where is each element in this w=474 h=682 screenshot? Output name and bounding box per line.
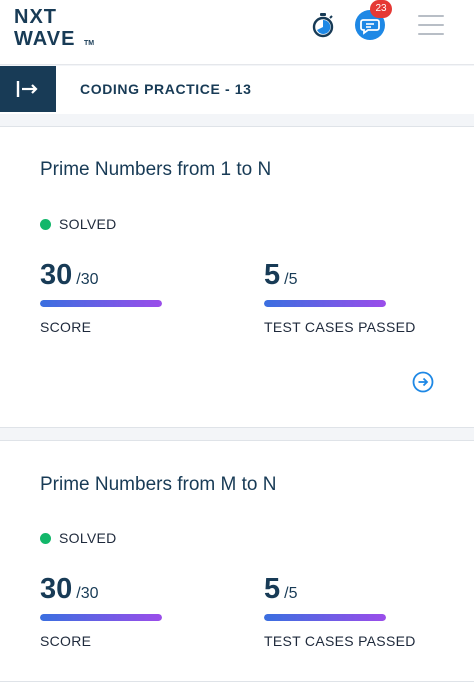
test-cases-total: /5 [284, 585, 298, 602]
chat-button[interactable]: 23 [355, 0, 392, 40]
logo-trademark: TM [84, 40, 95, 47]
score-total: /30 [76, 585, 99, 602]
status-text: SOLVED [59, 216, 117, 232]
test-cases-value: 5/5 [264, 573, 297, 606]
top-header: NXT WAVE TM 23 [0, 0, 474, 65]
test-cases-number: 5 [264, 573, 281, 605]
notification-badge: 23 [370, 0, 392, 18]
logo-line-1: NXT [14, 6, 57, 28]
solved-status-dot [40, 532, 51, 544]
hamburger-menu-icon[interactable] [418, 15, 444, 37]
stopwatch-icon[interactable] [310, 12, 336, 38]
nxtwave-logo[interactable]: NXT WAVE TM [14, 6, 104, 52]
test-cases-progress-fill [264, 614, 386, 621]
score-total: /30 [76, 271, 99, 288]
score-number: 30 [40, 573, 73, 605]
test-cases-total: /5 [284, 271, 298, 288]
test-cases-label: TEST CASES PASSED [264, 633, 416, 649]
score-label: SCORE [40, 633, 92, 649]
test-cases-value: 5/5 [264, 259, 297, 292]
score-label: SCORE [40, 319, 92, 335]
page-title: CODING PRACTICE - 13 [80, 81, 252, 97]
status-badge: SOLVED [40, 530, 117, 546]
question-title: Prime Numbers from M to N [40, 474, 277, 495]
score-value: 30/30 [40, 259, 99, 292]
score-value: 30/30 [40, 573, 99, 606]
question-card[interactable]: Prime Numbers from M to N SOLVED 30/30 S… [0, 440, 474, 682]
test-cases-progress-fill [264, 300, 386, 307]
test-cases-number: 5 [264, 259, 281, 291]
question-title: Prime Numbers from 1 to N [40, 159, 272, 180]
logo-line-2: WAVE [14, 28, 76, 50]
score-progress-fill [40, 300, 162, 307]
score-number: 30 [40, 259, 73, 291]
status-text: SOLVED [59, 530, 117, 546]
sidebar-expand-button[interactable] [0, 66, 56, 112]
status-badge: SOLVED [40, 216, 117, 232]
test-cases-label: TEST CASES PASSED [264, 319, 416, 335]
practice-header: CODING PRACTICE - 13 [0, 66, 474, 114]
sidebar-expand-icon [16, 81, 38, 97]
score-progress-fill [40, 614, 162, 621]
solved-status-dot [40, 218, 51, 230]
score-progress-bar [40, 300, 162, 307]
test-cases-progress-bar [264, 614, 386, 621]
score-progress-bar [40, 614, 162, 621]
arrow-right-circle-icon[interactable] [412, 371, 434, 393]
test-cases-progress-bar [264, 300, 386, 307]
question-card[interactable]: Prime Numbers from 1 to N SOLVED 30/30 S… [0, 126, 474, 428]
